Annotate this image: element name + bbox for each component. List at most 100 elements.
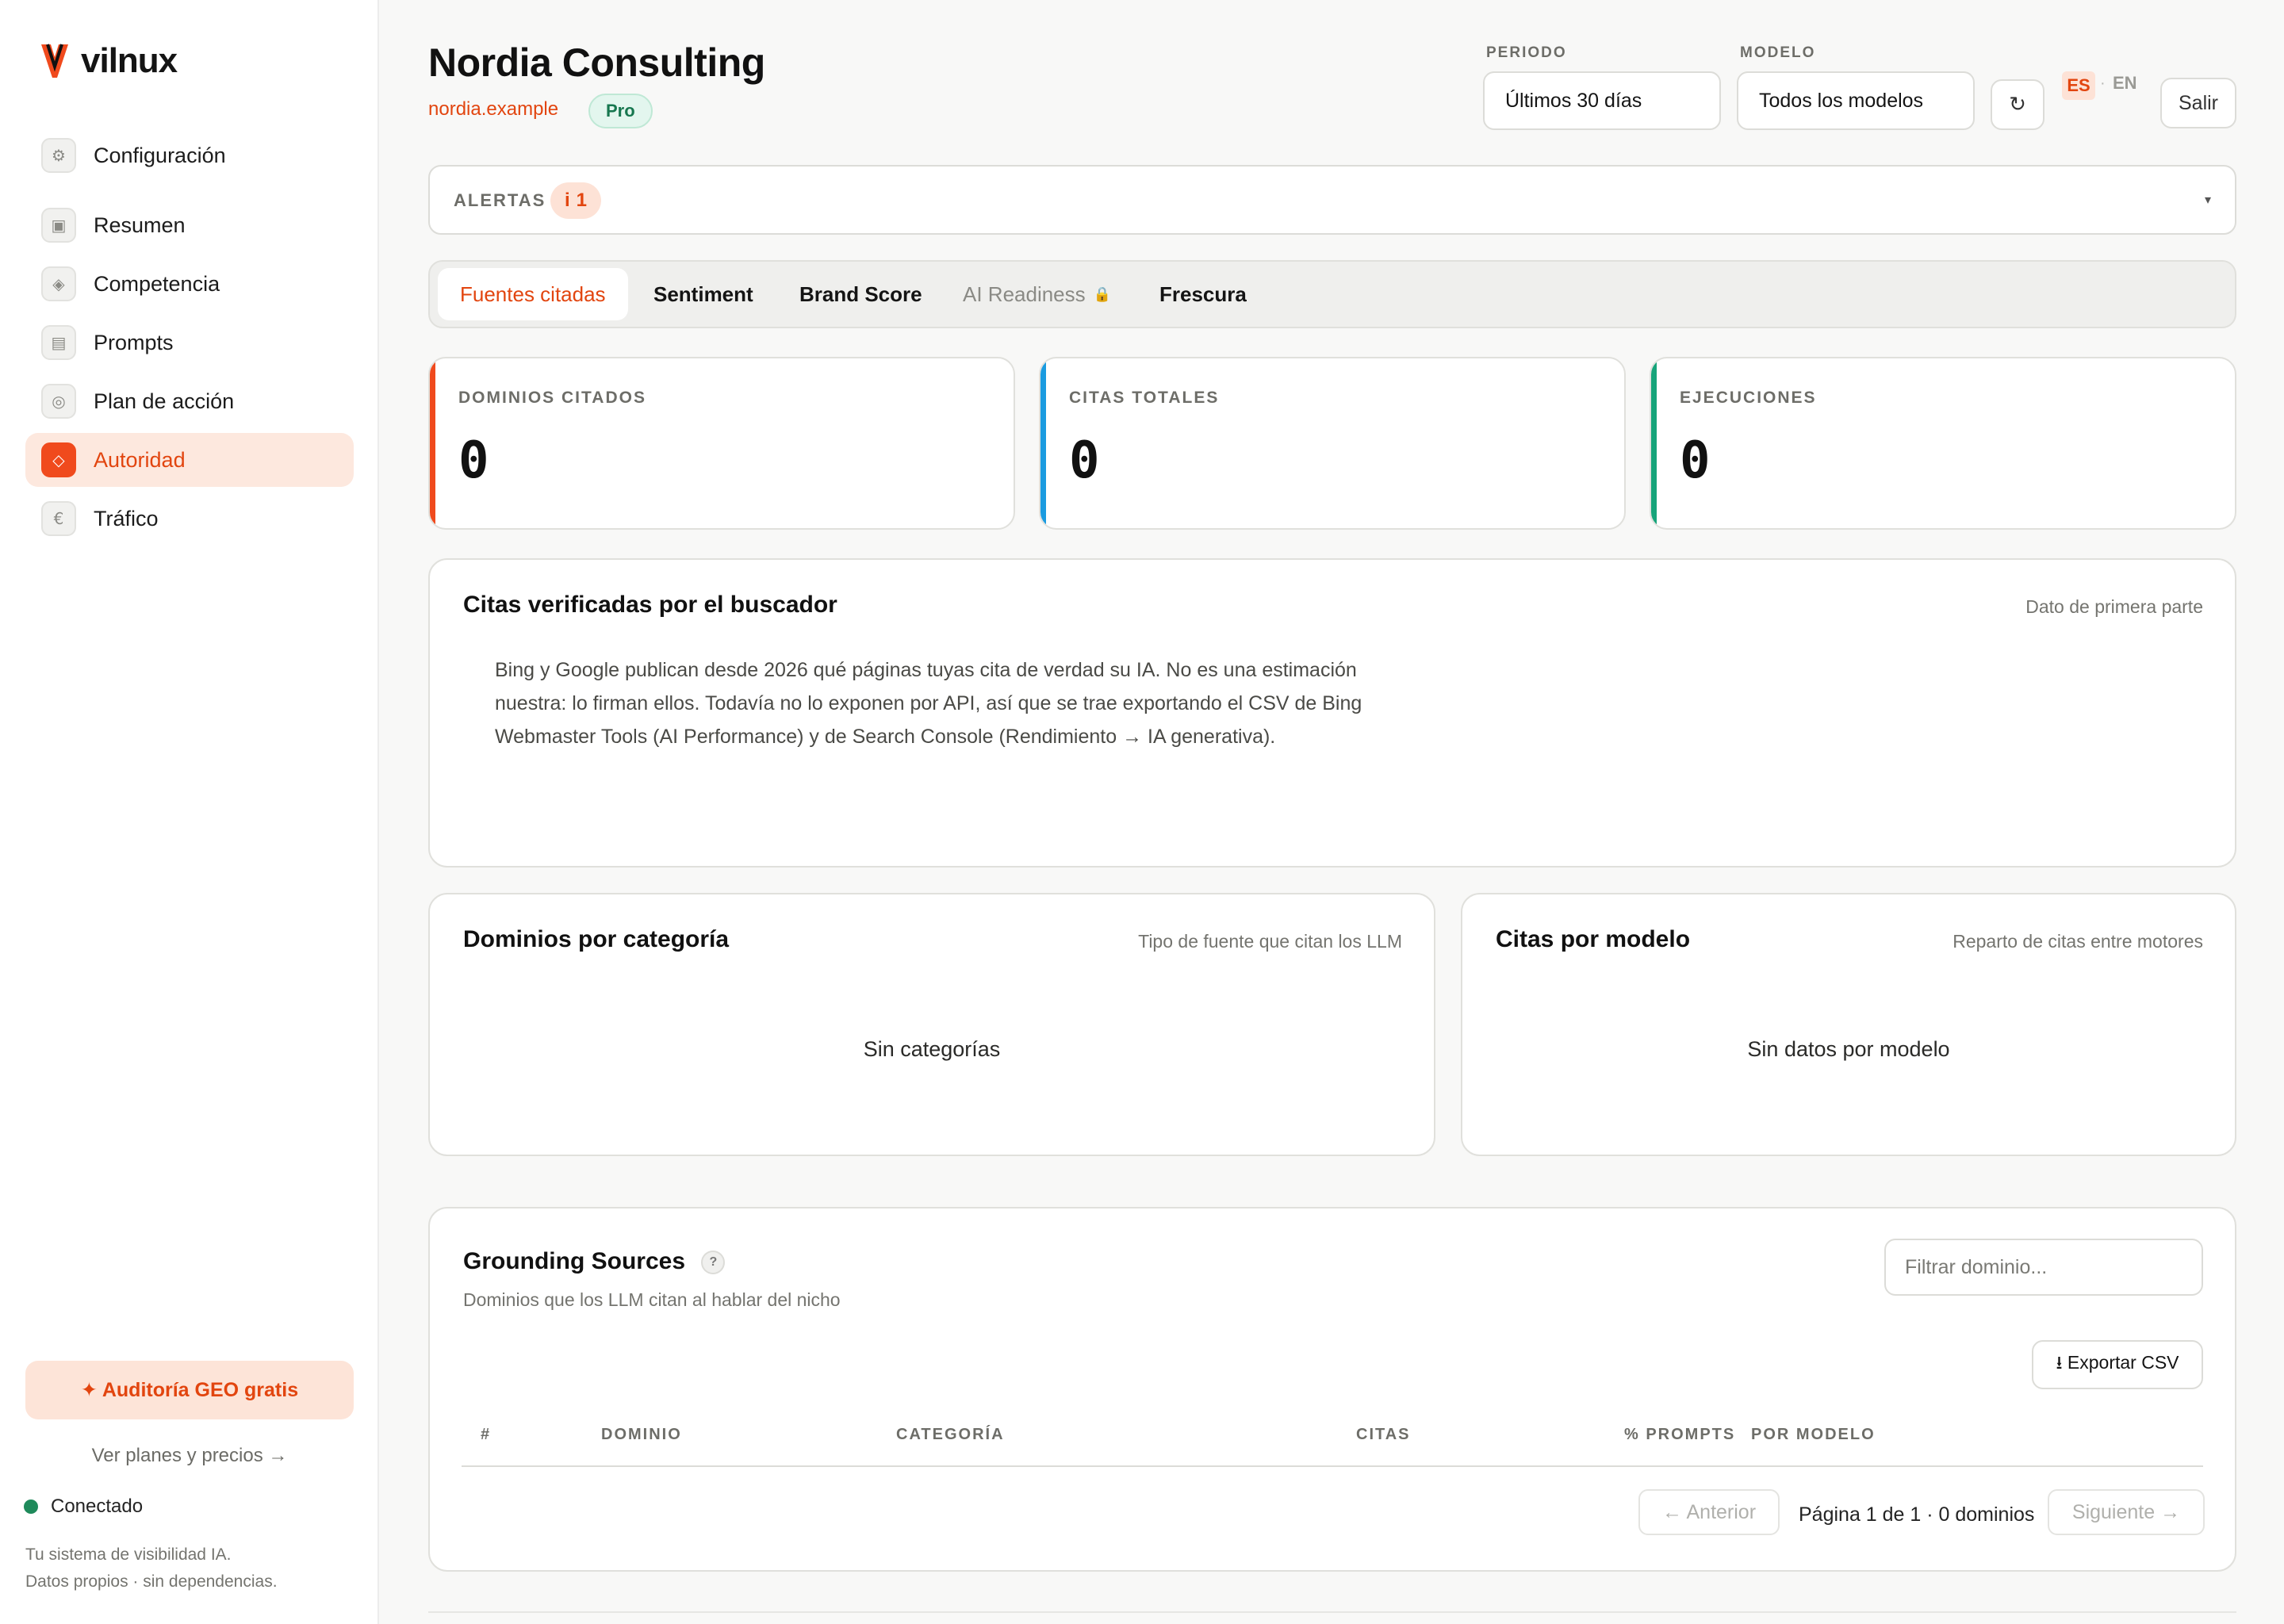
kpi-card-ejecuciones: EJECUCIONES 0 [1650,357,2236,530]
sidebar-tagline: Tu sistema de visibilidad IA. Datos prop… [25,1542,278,1595]
empty-state: Sin datos por modelo [1747,1037,1950,1061]
geo-audit-button[interactable]: ✦ Auditoría GEO gratis [25,1361,354,1419]
connection-status: Conectado [24,1496,143,1518]
status-dot-icon [24,1500,38,1514]
model-select[interactable]: Todos los modelos [1737,71,1975,130]
chevron-down-icon[interactable]: ▾ [2205,192,2211,207]
kpi-value: 0 [1680,431,1711,490]
pagination-info: Página 1 de 1 · 0 dominios [1799,1503,2035,1526]
column-header-prompts-pct[interactable]: % PROMPTS [1624,1426,1735,1444]
sidebar-item-label: Resumen [94,213,186,237]
euro-icon: € [41,501,76,536]
lang-separator: · [2100,75,2106,92]
panel-title: Grounding Sources ? [463,1248,726,1275]
previous-page-button[interactable]: ← Anterior [1638,1489,1780,1535]
alerts-count-badge: i 1 [550,182,602,219]
grounding-sources-panel: Grounding Sources ? Dominios que los LLM… [428,1207,2236,1572]
sidebar-item-configuracion[interactable]: ⚙ Configuración [25,128,354,182]
column-header-by-model: POR MODELO [1751,1426,1876,1443]
column-header-category[interactable]: CATEGORÍA [896,1426,1005,1444]
kpi-accent-bar [1651,358,1657,528]
next-page-button[interactable]: Siguiente → [2048,1489,2205,1535]
kpi-card-citas: CITAS TOTALES 0 [1039,357,1626,530]
sidebar-item-competencia[interactable]: ◈ Competencia [25,257,354,311]
footer-divider [428,1611,2236,1613]
lock-icon: 🔒 [1093,285,1112,303]
sidebar-item-label: Autoridad [94,447,186,472]
diamond-icon: ◈ [41,266,76,301]
panel-subtitle: Dominios que los LLM citan al hablar del… [463,1289,841,1310]
alerts-count: 1 [576,190,588,211]
citations-by-model-panel: Citas por modelo Reparto de citas entre … [1461,893,2236,1156]
panel-note: Tipo de fuente que citan los LLM [1138,931,1402,952]
column-header-domain[interactable]: DOMINIO [601,1426,682,1444]
sidebar-item-label: Plan de acción [94,389,235,413]
sidebar-item-label: Configuración [94,143,226,167]
tab-fuentes-citadas[interactable]: Fuentes citadas [438,268,628,320]
kpi-label: DOMINIOS CITADOS [458,389,646,407]
brand-logo[interactable]: vilnux [40,41,178,81]
kpi-label: CITAS TOTALES [1069,389,1220,407]
kpi-accent-bar [430,358,435,528]
tab-bar: Fuentes citadas Sentiment Brand Score AI… [428,260,2236,328]
period-label: PERIODO [1486,44,1567,61]
panel-body-text: Bing y Google publican desde 2026 qué pá… [495,659,1362,748]
logout-button[interactable]: Salir [2160,78,2236,128]
plan-badge: Pro [588,94,653,128]
sidebar: vilnux ⚙ Configuración ▣ Resumen ◈ Compe… [0,0,379,1624]
list-icon: ▤ [41,325,76,360]
brand-name: vilnux [81,41,178,80]
kpi-label: EJECUCIONES [1680,389,1817,407]
authority-diamond-icon: ◇ [41,442,76,477]
tab-sentiment[interactable]: Sentiment [653,268,753,320]
sidebar-item-resumen[interactable]: ▣ Resumen [25,198,354,252]
panel-note: Dato de primera parte [2025,596,2203,617]
sidebar-item-prompts[interactable]: ▤ Prompts [25,316,354,370]
tab-ai-readiness[interactable]: AI Readiness 🔒 [963,268,1111,320]
kpi-value: 0 [458,431,489,490]
target-icon: ◎ [41,384,76,419]
lang-es-toggle[interactable]: ES [2062,71,2095,100]
lang-en-toggle[interactable]: EN [2113,73,2137,94]
tagline-line-1: Tu sistema de visibilidad IA. [25,1545,232,1564]
tagline-line-2: Datos propios · sin dependencias. [25,1572,278,1591]
export-csv-button[interactable]: ⭳ Exportar CSV [2032,1340,2203,1389]
sidebar-item-trafico[interactable]: € Tráfico [25,492,354,546]
column-header-index: # [481,1426,492,1443]
kpi-value: 0 [1069,431,1100,490]
panel-title: Citas por modelo [1496,926,1691,952]
grounding-title: Grounding Sources [463,1248,686,1274]
panel-title: Citas verificadas por el buscador [463,592,837,618]
period-select[interactable]: Últimos 30 días [1483,71,1721,130]
sidebar-item-autoridad[interactable]: ◇ Autoridad [25,433,354,487]
info-icon: i [565,190,570,211]
sidebar-item-label: Prompts [94,330,174,354]
tab-label: AI Readiness [963,282,1086,306]
status-label: Conectado [51,1496,144,1517]
verified-citations-panel: Citas verificadas por el buscador Dato d… [428,558,2236,868]
panel-note: Reparto de citas entre motores [1953,931,2203,952]
alerts-bar[interactable]: ALERTAS i 1 ▾ [428,165,2236,235]
grid-icon: ▣ [41,208,76,243]
domains-by-category-panel: Dominios por categoría Tipo de fuente qu… [428,893,1435,1156]
empty-state: Sin categorías [863,1037,1001,1061]
sidebar-item-label: Tráfico [94,506,159,530]
refresh-button[interactable]: ↻ [1991,79,2044,130]
sidebar-item-plan-de-accion[interactable]: ◎ Plan de acción [25,374,354,428]
domain-filter-input[interactable] [1884,1239,2203,1296]
kpi-card-dominios: DOMINIOS CITADOS 0 [428,357,1015,530]
column-header-citations[interactable]: CITAS [1356,1426,1411,1444]
table-divider [462,1465,2203,1467]
tab-brand-score[interactable]: Brand Score [799,268,922,320]
gear-icon: ⚙ [41,138,76,173]
plans-pricing-link[interactable]: Ver planes y precios → [0,1445,379,1467]
kpi-accent-bar [1040,358,1046,528]
panel-title: Dominios por categoría [463,926,730,952]
tab-frescura[interactable]: Frescura [1159,268,1247,320]
model-label: MODELO [1740,44,1816,61]
page-title: Nordia Consulting [428,40,765,85]
refresh-icon: ↻ [2009,93,2026,117]
help-icon[interactable]: ? [701,1251,726,1275]
sidebar-item-label: Competencia [94,271,220,296]
domain-link[interactable]: nordia.example [428,98,558,121]
